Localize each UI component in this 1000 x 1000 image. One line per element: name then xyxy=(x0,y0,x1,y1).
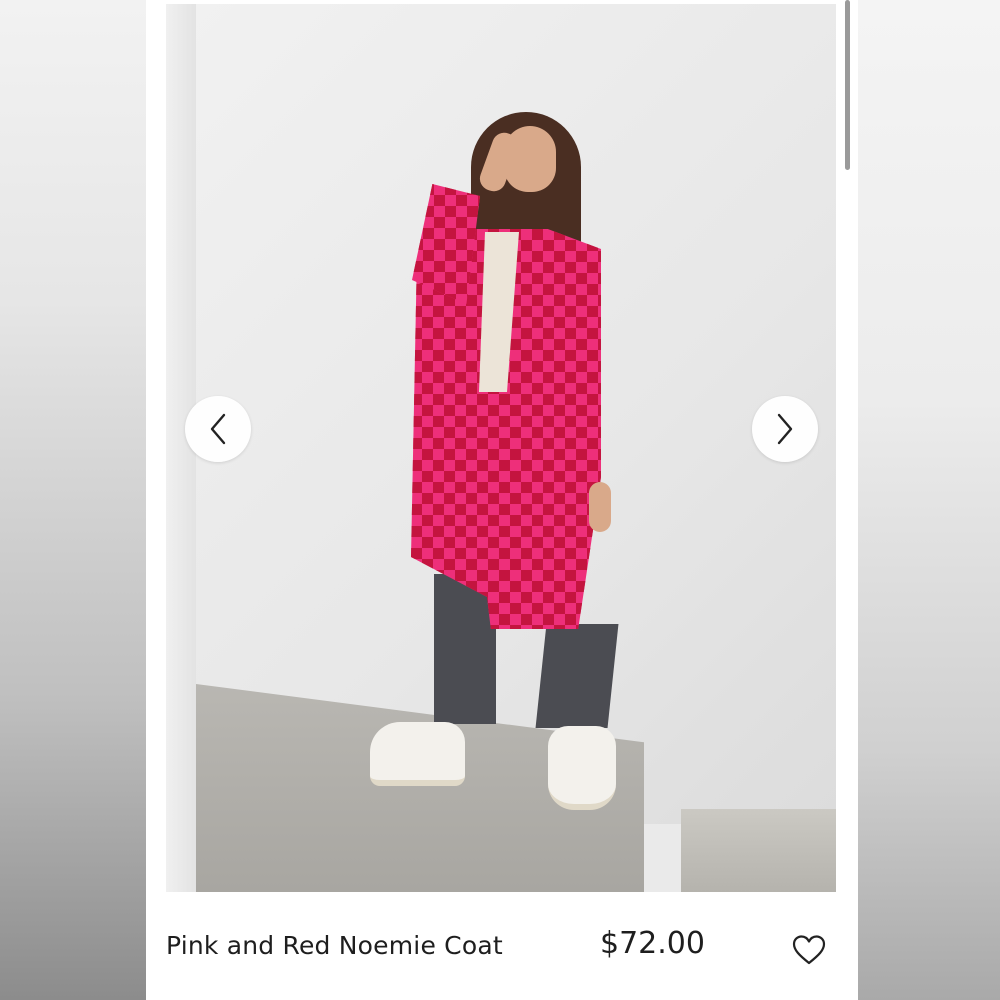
heart-outline-icon xyxy=(792,935,826,965)
product-info: Pink and Red Noemie Coat $72.00 xyxy=(166,920,846,980)
model-jeans-right xyxy=(535,624,619,728)
product-title[interactable]: Pink and Red Noemie Coat xyxy=(166,931,503,960)
sneaker-right xyxy=(548,726,616,810)
favorite-button[interactable] xyxy=(791,933,827,967)
model-hand-lowered xyxy=(589,482,611,532)
chevron-right-icon xyxy=(777,413,793,445)
scrollbar[interactable] xyxy=(845,0,850,170)
previous-image-button[interactable] xyxy=(185,396,251,462)
concrete-ground xyxy=(681,809,836,892)
background-left xyxy=(0,0,146,1000)
product-price: $72.00 xyxy=(600,926,705,961)
background-right xyxy=(858,0,1000,1000)
product-image xyxy=(166,4,836,892)
sneaker-left xyxy=(370,722,465,786)
next-image-button[interactable] xyxy=(752,396,818,462)
chevron-left-icon xyxy=(210,413,226,445)
